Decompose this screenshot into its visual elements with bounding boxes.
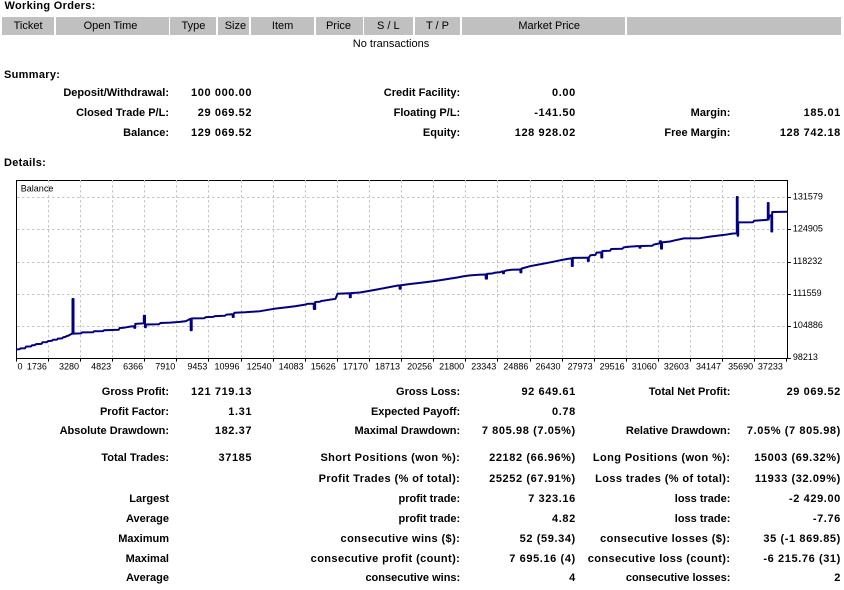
svg-text:124905: 124905	[793, 224, 823, 234]
svg-text:15626: 15626	[311, 361, 336, 371]
svg-text:20256: 20256	[407, 361, 432, 371]
svg-text:29516: 29516	[600, 361, 625, 371]
svg-text:17170: 17170	[343, 361, 368, 371]
svg-text:14083: 14083	[279, 361, 304, 371]
svg-text:24886: 24886	[503, 361, 528, 371]
svg-text:32603: 32603	[664, 361, 689, 371]
svg-text:3280: 3280	[59, 361, 79, 371]
svg-text:6366: 6366	[123, 361, 143, 371]
svg-text:18713: 18713	[375, 361, 400, 371]
svg-text:34147: 34147	[696, 361, 721, 371]
svg-text:37233: 37233	[758, 361, 783, 371]
svg-text:12540: 12540	[247, 361, 272, 371]
svg-text:131579: 131579	[793, 192, 823, 202]
svg-text:23343: 23343	[471, 361, 496, 371]
svg-text:21800: 21800	[439, 361, 464, 371]
svg-text:7910: 7910	[155, 361, 175, 371]
svg-text:104886: 104886	[793, 320, 823, 330]
svg-text:31060: 31060	[632, 361, 657, 371]
svg-text:10996: 10996	[214, 361, 239, 371]
svg-text:1736: 1736	[27, 361, 47, 371]
svg-text:26430: 26430	[535, 361, 560, 371]
svg-text:4823: 4823	[91, 361, 111, 371]
svg-text:Balance: Balance	[21, 184, 54, 194]
svg-text:111559: 111559	[793, 288, 822, 298]
svg-text:118232: 118232	[793, 256, 822, 266]
svg-text:0: 0	[18, 361, 23, 371]
svg-text:35690: 35690	[728, 361, 753, 371]
svg-text:9453: 9453	[187, 361, 207, 371]
svg-text:98213: 98213	[793, 352, 818, 362]
svg-text:27973: 27973	[568, 361, 593, 371]
